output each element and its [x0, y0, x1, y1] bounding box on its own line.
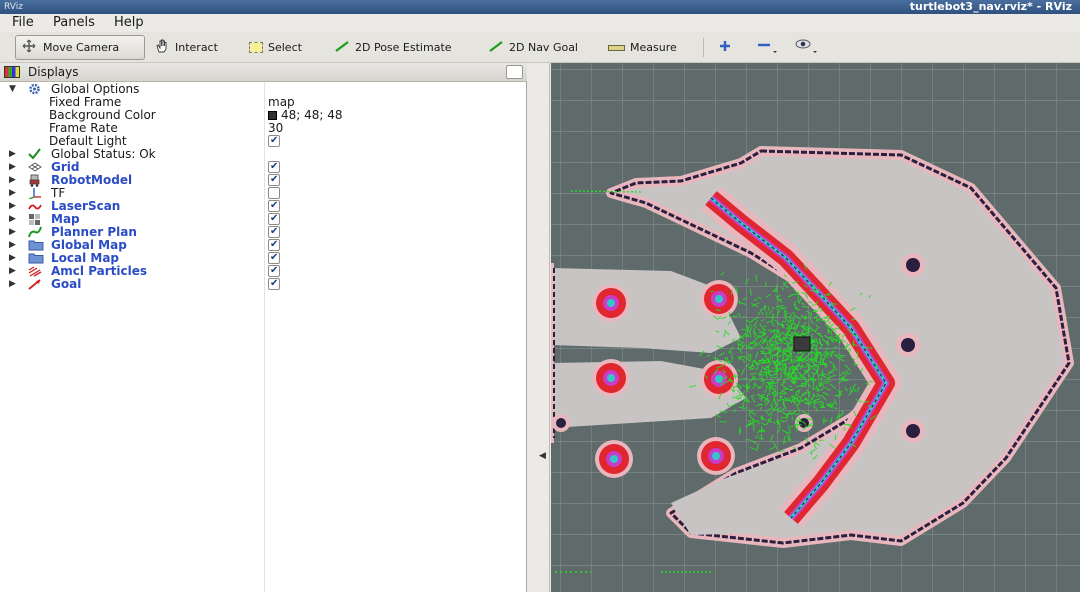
- eye-icon: [794, 37, 818, 58]
- robot-footprint: [793, 336, 811, 352]
- ruler-icon: [608, 44, 625, 51]
- default-light-checkbox[interactable]: [268, 134, 280, 147]
- expander-closed-icon[interactable]: ▶: [9, 239, 16, 252]
- interact-button[interactable]: Interact: [150, 35, 222, 60]
- background-color-text: 48; 48; 48: [281, 108, 343, 122]
- tree-row-robotmodel[interactable]: ▶ RobotModel: [0, 173, 527, 187]
- select-label: Select: [268, 41, 302, 54]
- goal-checkbox[interactable]: [268, 277, 280, 290]
- color-swatch: [268, 111, 277, 120]
- remove-tool-button[interactable]: [752, 35, 782, 60]
- grid-icon: [28, 161, 42, 173]
- planner-plan-checkbox[interactable]: [268, 225, 280, 238]
- measure-label: Measure: [630, 41, 677, 54]
- move-camera-icon: [20, 39, 38, 56]
- measure-button[interactable]: Measure: [604, 35, 681, 60]
- pose-arrow-icon: [334, 40, 350, 55]
- expander-closed-icon[interactable]: ▶: [9, 252, 16, 265]
- goal-arrow-icon: [28, 278, 41, 290]
- local-map-checkbox[interactable]: [268, 251, 280, 264]
- expander-open-icon[interactable]: ▼: [9, 83, 16, 96]
- global-map-checkbox[interactable]: [268, 238, 280, 251]
- menu-help[interactable]: Help: [114, 15, 144, 31]
- expander-closed-icon[interactable]: ▶: [9, 265, 16, 278]
- displays-panel: Displays ▼ Global Options Fixed Frame ma…: [0, 63, 527, 592]
- display-label-goal: Goal: [51, 277, 82, 291]
- path-icon: [28, 226, 42, 238]
- add-tool-button[interactable]: [714, 35, 740, 60]
- robotmodel-checkbox[interactable]: [268, 173, 280, 186]
- tf-axes-icon: [28, 187, 41, 200]
- nav-goal-button[interactable]: 2D Nav Goal: [484, 35, 582, 60]
- toolbar-separator: [703, 38, 704, 57]
- expander-closed-icon[interactable]: ▶: [9, 226, 16, 239]
- robot-model-icon: [28, 174, 41, 187]
- grid-checkbox[interactable]: [268, 160, 280, 173]
- expander-closed-icon[interactable]: ▶: [9, 161, 16, 174]
- status-ok-check-icon: [28, 148, 41, 160]
- displays-monitor-icon: [4, 66, 20, 78]
- panel-splitter[interactable]: ◀: [528, 63, 550, 592]
- gear-icon: [28, 83, 41, 95]
- laserscan-icon: [28, 200, 42, 212]
- displays-title: Displays: [28, 65, 79, 79]
- particles-icon: [28, 265, 42, 277]
- laserscan-checkbox[interactable]: [268, 199, 280, 212]
- expander-closed-icon[interactable]: ▶: [9, 187, 16, 200]
- displays-header: Displays: [0, 63, 527, 82]
- menu-bar: File Panels Help: [0, 14, 1080, 32]
- tree-row-global-status[interactable]: ▶ Global Status: Ok: [0, 148, 527, 161]
- move-camera-label: Move Camera: [43, 41, 120, 54]
- window-title: turtlebot3_nav.rviz* - RViz: [909, 0, 1072, 13]
- app-icon: RViz: [4, 2, 23, 12]
- pose-estimate-label: 2D Pose Estimate: [355, 41, 452, 54]
- nav-goal-label: 2D Nav Goal: [509, 41, 578, 54]
- expander-closed-icon[interactable]: ▶: [9, 174, 16, 187]
- folder-icon: [28, 252, 44, 264]
- view-tool-button[interactable]: [790, 35, 820, 60]
- amcl-particles-checkbox[interactable]: [268, 264, 280, 277]
- expander-closed-icon[interactable]: ▶: [9, 213, 16, 226]
- expander-closed-icon[interactable]: ▶: [9, 200, 16, 213]
- expander-closed-icon[interactable]: ▶: [9, 278, 16, 291]
- panel-float-button[interactable]: [506, 65, 523, 79]
- move-camera-button[interactable]: Move Camera: [15, 35, 145, 60]
- minus-icon: [756, 37, 778, 58]
- map-icon: [28, 213, 41, 225]
- rviz-window: RViz turtlebot3_nav.rviz* - RViz File Pa…: [0, 0, 1080, 592]
- select-button[interactable]: Select: [245, 35, 306, 60]
- pose-estimate-button[interactable]: 2D Pose Estimate: [330, 35, 456, 60]
- select-icon: [249, 42, 263, 53]
- title-bar: RViz turtlebot3_nav.rviz* - RViz: [0, 0, 1080, 14]
- map-checkbox[interactable]: [268, 212, 280, 225]
- 3d-viewport[interactable]: [551, 63, 1080, 592]
- collapse-arrow-icon[interactable]: ◀: [539, 451, 546, 461]
- expander-closed-icon[interactable]: ▶: [9, 148, 16, 161]
- tf-checkbox[interactable]: [268, 187, 280, 199]
- folder-icon: [28, 239, 44, 251]
- hand-icon: [154, 39, 170, 56]
- map-render: [551, 63, 1080, 592]
- menu-file[interactable]: File: [12, 15, 34, 31]
- interact-label: Interact: [175, 41, 218, 54]
- toolbar: Move Camera Interact Select 2D Pose Esti…: [0, 32, 1080, 63]
- nav-goal-arrow-icon: [488, 40, 504, 55]
- tree-row-goal[interactable]: ▶ Goal: [0, 277, 527, 291]
- menu-panels[interactable]: Panels: [53, 15, 95, 31]
- plus-icon: [718, 39, 732, 56]
